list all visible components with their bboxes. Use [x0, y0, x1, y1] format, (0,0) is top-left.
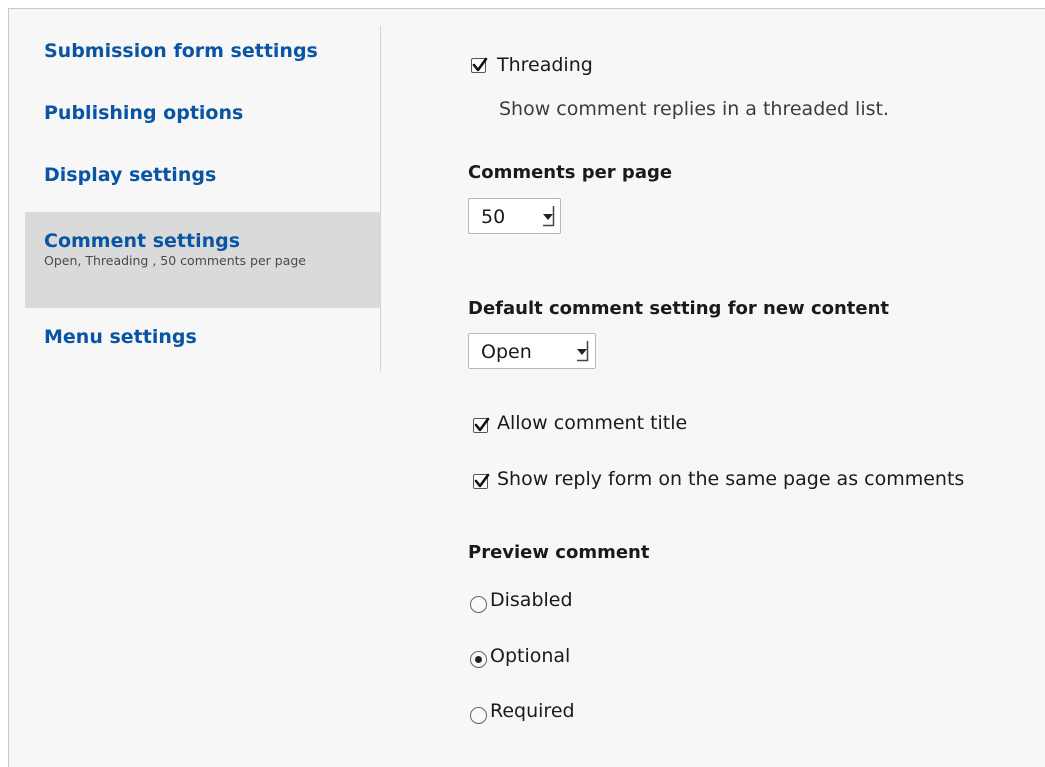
- comments-per-page-value: 50: [481, 206, 506, 228]
- tab-label: Display settings: [44, 164, 217, 186]
- tab-publishing-options[interactable]: Publishing options: [25, 102, 380, 132]
- preview-required-radio[interactable]: [470, 707, 487, 724]
- tab-label: Submission form settings: [44, 40, 318, 62]
- threading-checkbox[interactable]: [471, 57, 488, 73]
- threading-label[interactable]: Threading: [497, 54, 593, 76]
- preview-optional-radio[interactable]: [470, 651, 487, 668]
- default-comment-setting-select[interactable]: Open: [468, 333, 596, 369]
- tab-display-settings[interactable]: Display settings: [25, 164, 380, 194]
- tab-label: Publishing options: [44, 102, 244, 124]
- radio-selected-dot: [475, 656, 482, 663]
- checkmark-icon: [474, 473, 490, 488]
- checkmark-icon: [472, 57, 488, 72]
- default-comment-setting-value: Open: [481, 341, 532, 363]
- tab-comment-settings[interactable]: Comment settings Open, Threading , 50 co…: [25, 212, 380, 308]
- tab-summary: Open, Threading , 50 comments per page: [44, 253, 306, 268]
- preview-disabled-radio[interactable]: [470, 596, 487, 613]
- checkmark-icon: [474, 417, 490, 432]
- preview-disabled-label[interactable]: Disabled: [490, 589, 573, 611]
- tabs-divider: [380, 26, 381, 371]
- comments-per-page-select[interactable]: 50: [468, 198, 561, 234]
- show-reply-form-label[interactable]: Show reply form on the same page as comm…: [497, 468, 964, 490]
- tab-menu-settings[interactable]: Menu settings: [25, 326, 380, 356]
- preview-required-label[interactable]: Required: [490, 700, 575, 722]
- allow-comment-title-label[interactable]: Allow comment title: [497, 412, 687, 434]
- dropdown-arrow-icon: [577, 341, 589, 362]
- preview-optional-label[interactable]: Optional: [490, 645, 570, 667]
- tab-label: Comment settings: [44, 230, 241, 252]
- tab-label: Menu settings: [44, 326, 197, 348]
- dropdown-arrow-icon: [543, 206, 555, 227]
- tab-submission-form-settings[interactable]: Submission form settings: [25, 40, 380, 70]
- allow-comment-title-checkbox[interactable]: [473, 417, 490, 433]
- default-comment-setting-label: Default comment setting for new content: [468, 298, 890, 319]
- threading-description: Show comment replies in a threaded list.: [499, 98, 890, 120]
- preview-comment-label: Preview comment: [468, 542, 650, 563]
- comments-per-page-label: Comments per page: [468, 162, 673, 183]
- show-reply-form-checkbox[interactable]: [473, 473, 490, 489]
